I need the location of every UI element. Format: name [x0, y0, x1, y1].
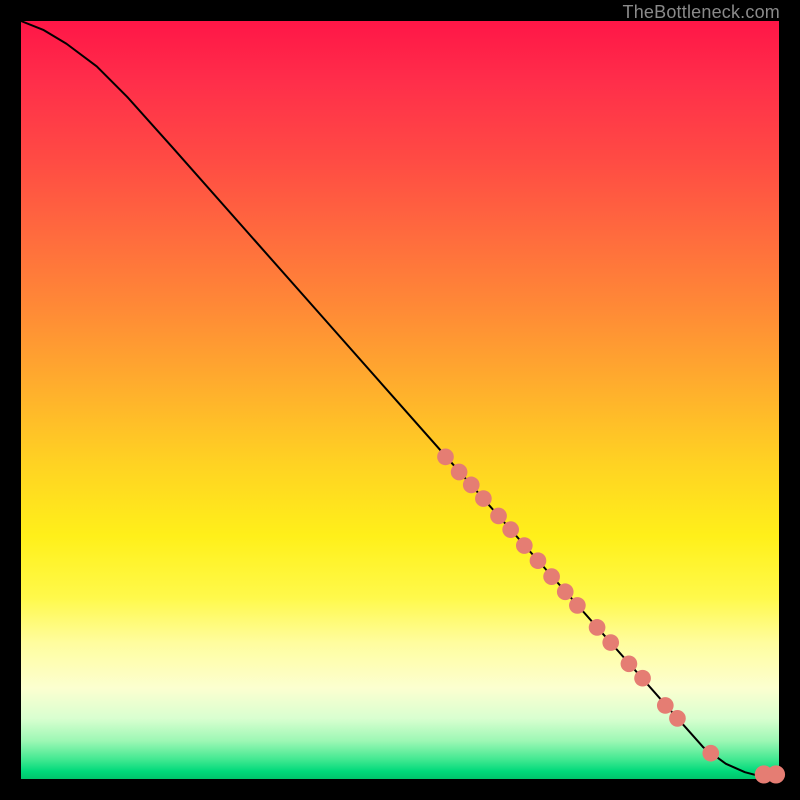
chart-stage: TheBottleneck.com: [0, 0, 800, 800]
marker-point: [437, 449, 454, 466]
marker-point: [530, 552, 547, 569]
marker-point: [589, 619, 606, 636]
marker-point: [634, 670, 651, 687]
marker-point: [569, 597, 586, 614]
attribution-label: TheBottleneck.com: [623, 2, 780, 23]
highlighted-points: [437, 449, 785, 784]
marker-point: [657, 697, 674, 714]
marker-point: [490, 508, 507, 525]
marker-point: [602, 634, 619, 651]
marker-point: [669, 710, 686, 727]
marker-point: [557, 583, 574, 600]
marker-point: [702, 745, 719, 762]
marker-point: [451, 464, 468, 481]
bottleneck-curve: [21, 21, 779, 775]
marker-point: [767, 765, 785, 783]
marker-point: [502, 521, 519, 538]
marker-point: [516, 537, 533, 554]
plot-svg: [21, 21, 779, 779]
marker-point: [621, 655, 638, 672]
marker-point: [475, 490, 492, 507]
plot-area: [21, 21, 779, 779]
marker-point: [543, 568, 560, 585]
marker-point: [463, 477, 480, 494]
